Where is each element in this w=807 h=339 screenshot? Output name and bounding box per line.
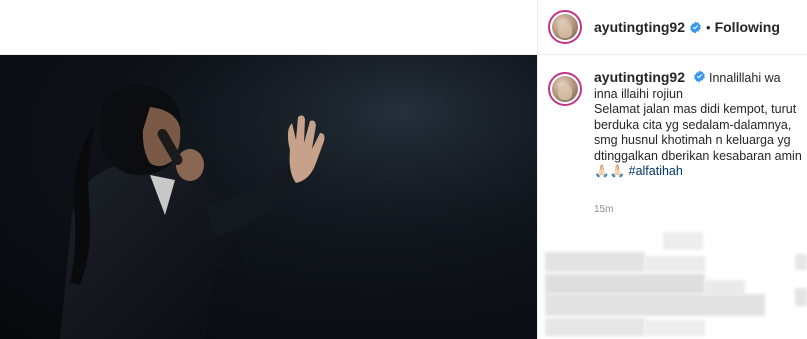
post-image[interactable] bbox=[0, 55, 537, 339]
caption-emoji: 🙏🏻🙏🏻 bbox=[594, 164, 626, 178]
post-header: ayutingting92 • Following bbox=[538, 0, 807, 55]
blurred-comment-block bbox=[545, 252, 645, 272]
caption-avatar[interactable] bbox=[548, 72, 582, 106]
caption-block: ayutingting92 Innalillahi wa inna illaih… bbox=[538, 69, 807, 180]
blurred-comment-block bbox=[705, 280, 745, 294]
blurred-comment-block bbox=[795, 288, 807, 306]
caption-username[interactable]: ayutingting92 bbox=[594, 69, 685, 85]
blurred-comment-block bbox=[545, 318, 645, 336]
feed-top-area bbox=[0, 0, 537, 55]
post-timestamp[interactable]: 15m bbox=[594, 204, 613, 215]
author-username[interactable]: ayutingting92 bbox=[594, 19, 685, 35]
blurred-comment-block bbox=[663, 232, 703, 250]
author-avatar[interactable] bbox=[548, 10, 582, 44]
blurred-comment-block bbox=[545, 294, 765, 316]
caption-line-2: Selamat jalan mas didi kempot, turut ber… bbox=[594, 102, 802, 163]
caption-text: ayutingting92 Innalillahi wa inna illaih… bbox=[594, 69, 807, 180]
blurred-comment-block bbox=[645, 256, 705, 272]
following-button[interactable]: Following bbox=[715, 19, 780, 35]
blurred-comment-block bbox=[545, 274, 705, 294]
caption-verified-badge-icon bbox=[693, 70, 705, 83]
separator-dot: • bbox=[706, 19, 711, 35]
blurred-comment-block bbox=[795, 254, 807, 270]
blurred-comment-block bbox=[645, 320, 705, 336]
verified-badge-icon bbox=[690, 21, 701, 33]
caption-hashtag[interactable]: #alfatihah bbox=[629, 164, 683, 178]
singer-photo bbox=[0, 55, 537, 339]
